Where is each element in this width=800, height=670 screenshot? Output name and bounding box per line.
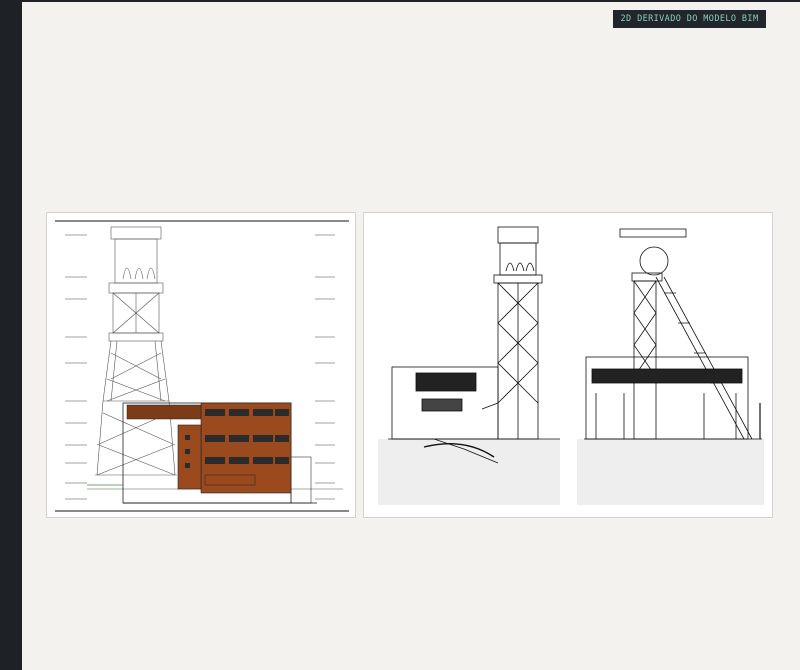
level-marks-right [315, 234, 335, 500]
elevation-drawing-panel[interactable] [46, 212, 356, 518]
section-b [584, 228, 762, 440]
level-marks-left [65, 234, 87, 500]
section-a [388, 226, 560, 464]
elevation-drawing [55, 220, 349, 512]
ground-right [577, 439, 764, 505]
section-drawings-panel[interactable] [363, 212, 773, 518]
ground-left [378, 439, 560, 505]
top-border [0, 0, 800, 2]
brick-building [87, 402, 317, 504]
bim-badge: 2D DERIVADO DO MODELO BIM [613, 10, 766, 28]
sidebar [0, 0, 22, 670]
section-drawings [378, 226, 764, 505]
